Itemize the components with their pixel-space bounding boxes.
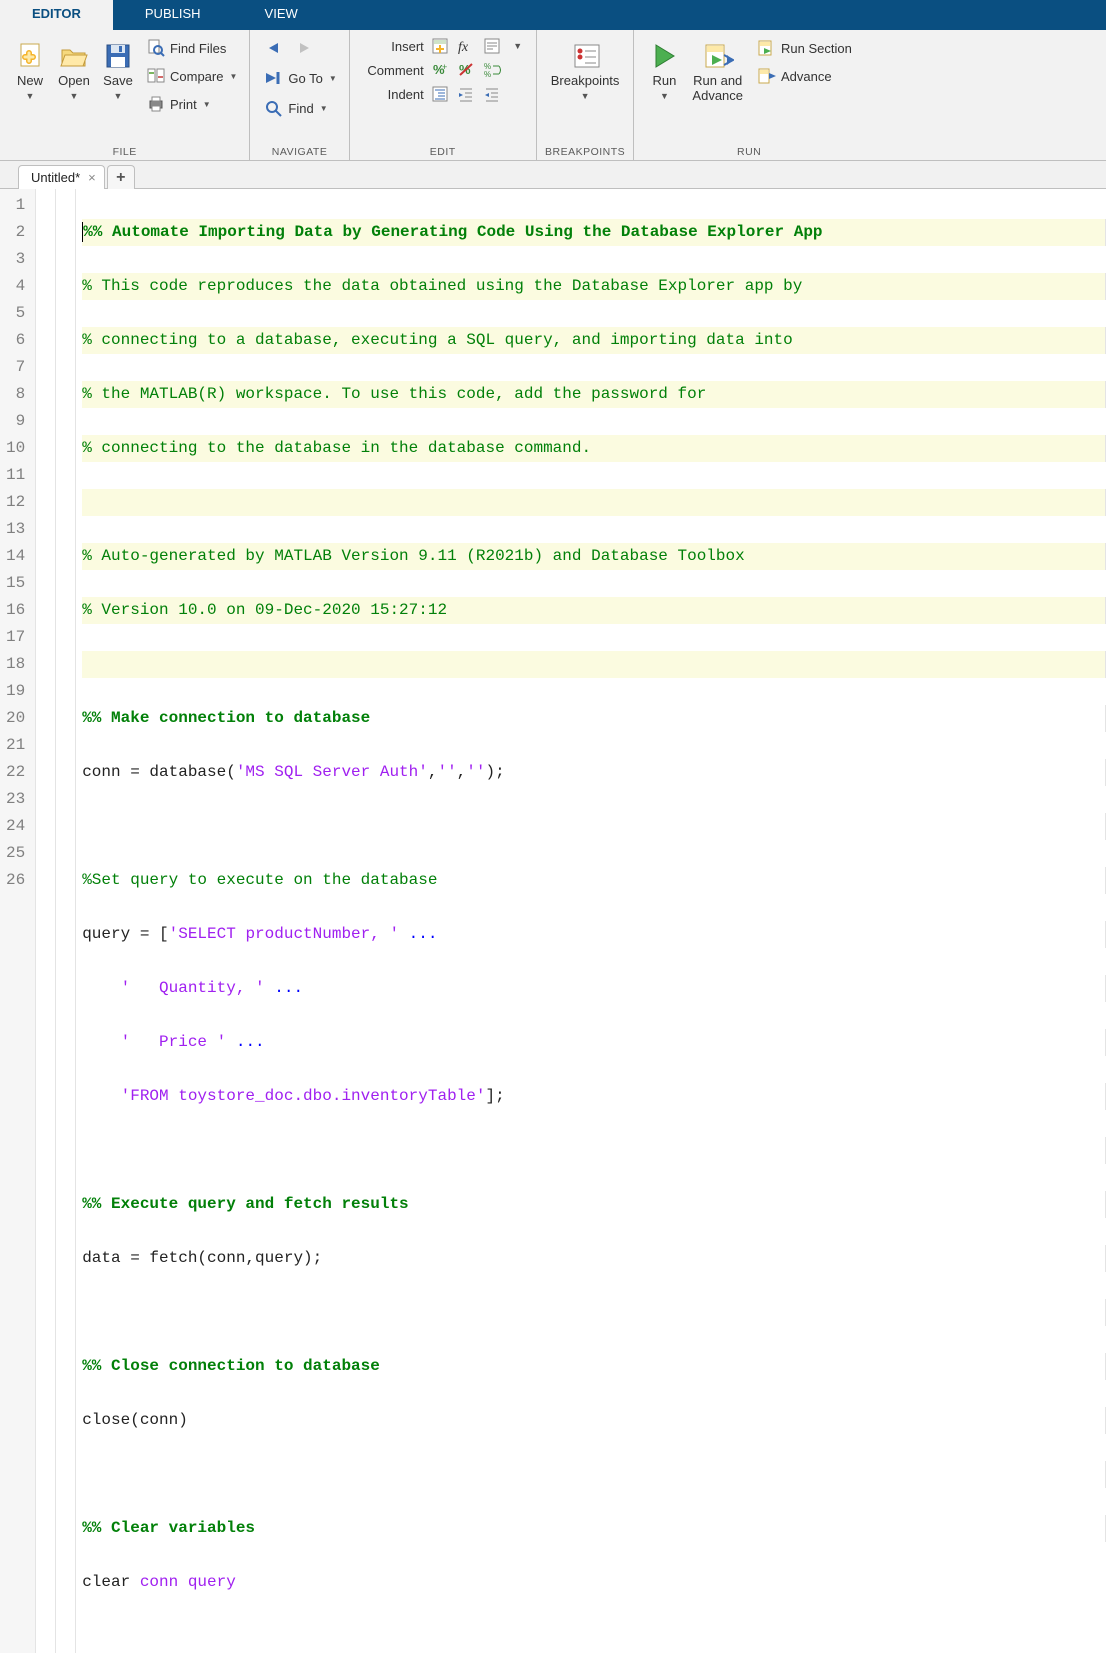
run-button[interactable]: Run▼ xyxy=(642,36,686,103)
chevron-down-icon: ▼ xyxy=(26,91,35,101)
insert-more-button[interactable]: ▼ xyxy=(508,36,528,56)
section-label-breakpoints: BREAKPOINTS xyxy=(537,146,634,158)
chevron-down-icon: ▼ xyxy=(203,100,211,109)
breakpoints-icon xyxy=(569,40,601,72)
play-icon xyxy=(648,40,680,72)
run-and-advance-button[interactable]: Run and Advance xyxy=(686,36,749,106)
run-section-button[interactable]: Run Section xyxy=(753,36,856,60)
search-icon xyxy=(264,98,284,118)
find-button[interactable]: Find▼ xyxy=(260,96,340,120)
compare-icon xyxy=(146,66,166,86)
new-icon xyxy=(14,40,46,72)
print-button[interactable]: Print▼ xyxy=(142,92,241,116)
section-label-edit: EDIT xyxy=(350,146,536,158)
chevron-down-icon: ▼ xyxy=(70,91,79,101)
find-files-icon xyxy=(146,38,166,58)
code-area[interactable]: %% Automate Importing Data by Generating… xyxy=(76,189,1106,1653)
indent-decrease-button[interactable] xyxy=(482,84,502,104)
section-run: Run▼ Run and Advance Run Section Advance… xyxy=(634,30,863,160)
section-label-file: FILE xyxy=(0,146,249,158)
insert-label: Insert xyxy=(358,39,424,54)
save-icon xyxy=(102,40,134,72)
open-button[interactable]: Open▼ xyxy=(52,36,96,103)
compare-button[interactable]: Compare▼ xyxy=(142,64,241,88)
comment-label: Comment xyxy=(358,63,424,78)
goto-icon xyxy=(264,68,284,88)
document-tab-label: Untitled* xyxy=(31,170,80,185)
section-label-run: RUN xyxy=(634,146,863,158)
main-tabstrip: EDITOR PUBLISH VIEW xyxy=(0,0,1106,30)
document-tab-untitled[interactable]: Untitled* × xyxy=(18,165,105,189)
section-breakpoints: Breakpoints▼ BREAKPOINTS xyxy=(537,30,635,160)
new-button[interactable]: New▼ xyxy=(8,36,52,103)
forward-button[interactable] xyxy=(290,36,318,60)
insert-comment-button[interactable] xyxy=(482,36,502,56)
tab-editor[interactable]: EDITOR xyxy=(0,0,113,30)
section-file: New▼ Open▼ Save▼ Find Files Compare▼ xyxy=(0,30,250,160)
back-button[interactable] xyxy=(260,36,288,60)
chevron-down-icon: ▼ xyxy=(660,91,669,101)
tab-view[interactable]: VIEW xyxy=(233,0,330,30)
section-label-navigate: NAVIGATE xyxy=(250,146,348,158)
arrow-right-icon xyxy=(294,38,314,58)
toolstrip: New▼ Open▼ Save▼ Find Files Compare▼ xyxy=(0,30,1106,161)
section-navigate: Go To▼ Find▼ NAVIGATE xyxy=(250,30,349,160)
fold-gutter[interactable] xyxy=(56,189,76,1653)
run-advance-icon xyxy=(702,40,734,72)
comment-wrap-button[interactable]: %% xyxy=(482,60,502,80)
chevron-down-icon: ▼ xyxy=(229,72,237,81)
svg-text:+: + xyxy=(442,62,447,72)
document-tabstrip: Untitled* × + xyxy=(0,161,1106,189)
svg-text:fx: fx xyxy=(458,40,469,55)
comment-add-button[interactable]: %+ xyxy=(430,60,450,80)
find-files-button[interactable]: Find Files xyxy=(142,36,241,60)
section-edit: Insert fx ▼ Comment %+ % %% Indent xyxy=(350,30,537,160)
chevron-down-icon: ▼ xyxy=(114,91,123,101)
run-section-icon xyxy=(757,38,777,58)
chevron-down-icon: ▼ xyxy=(581,91,590,101)
chevron-down-icon: ▼ xyxy=(320,104,328,113)
insert-function-button[interactable]: fx xyxy=(456,36,476,56)
folder-open-icon xyxy=(58,40,90,72)
chevron-down-icon: ▼ xyxy=(329,74,337,83)
indent-increase-button[interactable] xyxy=(456,84,476,104)
insert-section-button[interactable] xyxy=(430,36,450,56)
close-icon[interactable]: × xyxy=(88,170,96,185)
comment-remove-button[interactable]: % xyxy=(456,60,476,80)
advance-button[interactable]: Advance xyxy=(753,64,856,88)
breakpoint-gutter[interactable] xyxy=(36,189,56,1653)
arrow-left-icon xyxy=(264,38,284,58)
advance-icon xyxy=(757,66,777,86)
line-number-gutter: 1234567891011121314151617181920212223242… xyxy=(0,189,36,1653)
svg-text:%: % xyxy=(484,70,491,79)
goto-button[interactable]: Go To▼ xyxy=(260,66,340,90)
save-button[interactable]: Save▼ xyxy=(96,36,140,103)
code-editor[interactable]: 1234567891011121314151617181920212223242… xyxy=(0,189,1106,1653)
tab-publish[interactable]: PUBLISH xyxy=(113,0,233,30)
print-icon xyxy=(146,94,166,114)
indent-smart-button[interactable] xyxy=(430,84,450,104)
indent-label: Indent xyxy=(358,87,424,102)
add-document-button[interactable]: + xyxy=(107,165,135,189)
breakpoints-button[interactable]: Breakpoints▼ xyxy=(545,36,626,103)
